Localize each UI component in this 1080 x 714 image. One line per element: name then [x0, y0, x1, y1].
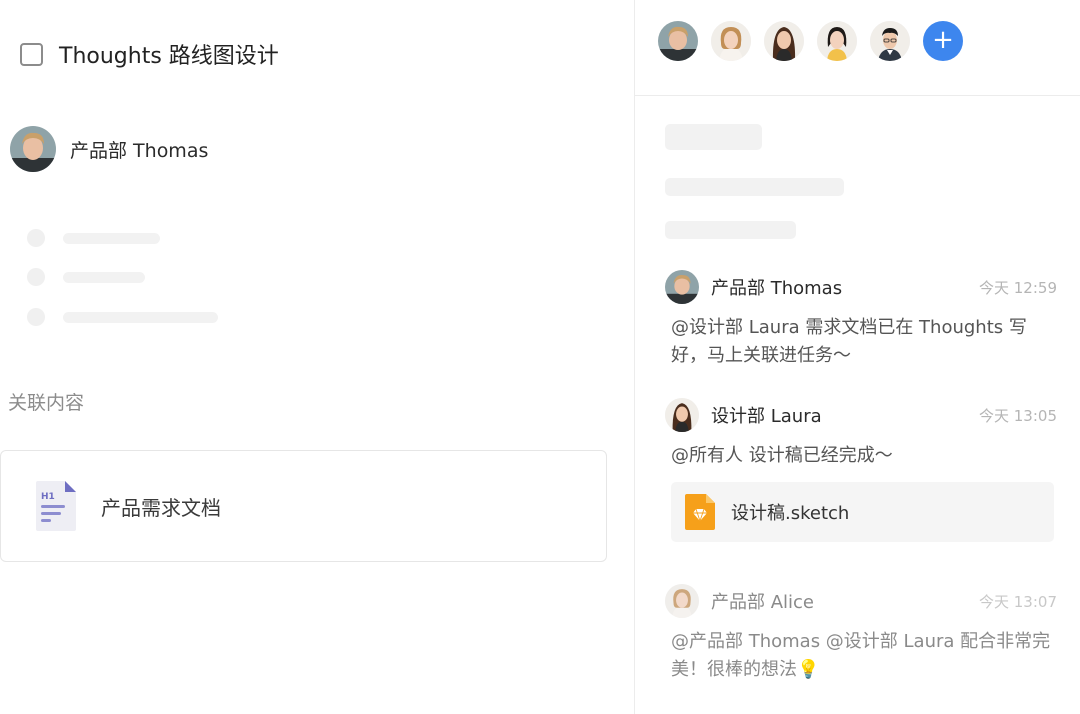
task-checkbox[interactable]	[20, 42, 43, 66]
skeleton-block	[665, 124, 762, 150]
skeleton-subtask	[27, 308, 218, 326]
task-detail-pane: Thoughts 路线图设计 产品部 Thomas 关联内容 H1 产品需求文档	[0, 0, 634, 714]
avatar-thomas	[10, 126, 56, 172]
comment-author: 产品部 Thomas	[711, 278, 843, 299]
comment-time: 今天 13:07	[979, 592, 1057, 611]
task-assignee[interactable]: 产品部 Thomas	[10, 126, 208, 172]
comment-item: 产品部 Thomas 今天 12:59 @设计部 Laura 需求文档已在 Th…	[665, 270, 1057, 370]
related-doc-title: 产品需求文档	[101, 495, 221, 520]
comment-time: 今天 12:59	[979, 278, 1057, 297]
sketch-file-icon	[685, 494, 715, 530]
comment-text: @产品部 Thomas @设计部 Laura 配合非常完美！很棒的想法💡	[671, 631, 1051, 680]
attachment-sketch-file[interactable]: 设计稿.sketch	[671, 482, 1054, 542]
comment-text: @设计部 Laura 需求文档已在 Thoughts 写好，马上关联进任务～	[671, 317, 1027, 366]
comment-text: @所有人 设计稿已经完成～	[671, 445, 893, 466]
skeleton-block	[665, 221, 796, 239]
svg-text:H1: H1	[41, 492, 55, 502]
skeleton-block	[665, 178, 844, 196]
avatar-alice[interactable]	[711, 21, 751, 61]
related-doc-card[interactable]: H1 产品需求文档	[0, 450, 607, 562]
h1-document-icon: H1	[36, 481, 76, 531]
activity-pane: + 产品部 Thomas 今天 12:59 @设计部 Laura 需求文档已在 …	[635, 0, 1080, 714]
comment-item: 产品部 Alice 今天 13:07 @产品部 Thomas @设计部 Laur…	[665, 584, 1057, 684]
avatar-thomas[interactable]	[658, 21, 698, 61]
avatar-laura[interactable]	[764, 21, 804, 61]
avatar-member-5[interactable]	[870, 21, 910, 61]
assignee-name: 产品部 Thomas	[70, 139, 209, 162]
avatar-alice[interactable]	[665, 584, 699, 618]
avatar-thomas[interactable]	[665, 270, 699, 304]
comment-author: 产品部 Alice	[711, 592, 815, 613]
avatar-laura[interactable]	[665, 398, 699, 432]
skeleton-subtask	[27, 268, 145, 286]
comment-item: 设计部 Laura 今天 13:05 @所有人 设计稿已经完成～ 设计稿.ske…	[665, 398, 1057, 542]
avatar-member-4[interactable]	[817, 21, 857, 61]
skeleton-subtask	[27, 229, 160, 247]
add-member-button[interactable]: +	[923, 21, 963, 61]
attachment-name: 设计稿.sketch	[731, 503, 850, 524]
related-content-label: 关联内容	[8, 392, 85, 414]
comment-author: 设计部 Laura	[711, 406, 822, 427]
comment-time: 今天 13:05	[979, 406, 1057, 425]
plus-icon: +	[932, 25, 954, 55]
task-title[interactable]: Thoughts 路线图设计	[59, 38, 279, 70]
header-divider	[635, 95, 1080, 96]
member-list: +	[658, 21, 963, 61]
task-header: Thoughts 路线图设计	[20, 38, 279, 70]
